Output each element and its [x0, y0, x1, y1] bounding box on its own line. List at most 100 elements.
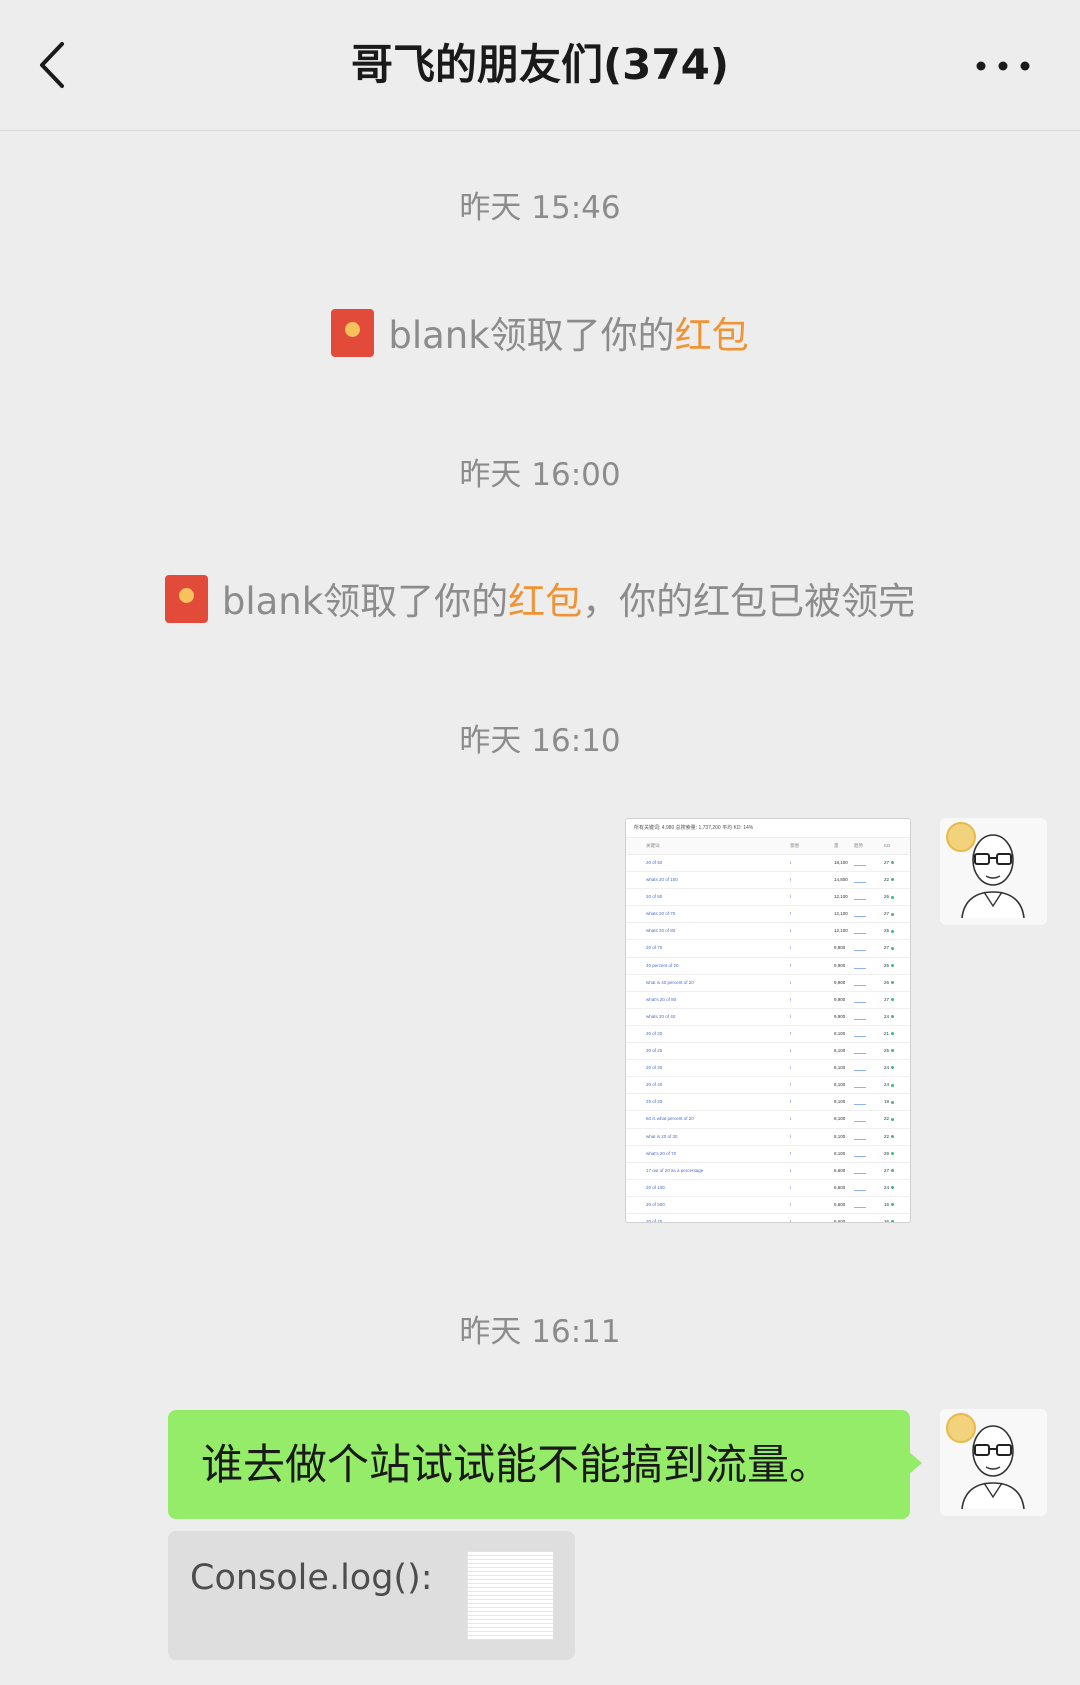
keyword-cell: whats 20 of 40	[646, 1013, 676, 1019]
kd-cell: 25	[884, 1043, 894, 1059]
intent-cell: I	[790, 996, 792, 1002]
quoted-message-text: Console.log():	[190, 1558, 433, 1598]
intent-cell: I	[790, 911, 792, 917]
intent-cell: I	[790, 1099, 792, 1105]
trend-sparkline	[854, 1117, 866, 1123]
table-row: what's 20 of 80 I 9,900 27	[626, 992, 910, 1009]
table-row: 20 of 80 I 12,100 26	[626, 889, 910, 907]
keyword-cell: whats 20 of 100	[646, 877, 678, 883]
table-row: 20 of 100 I 6,600 24	[626, 1180, 910, 1197]
intent-cell: I	[790, 1150, 792, 1156]
chat-title: 哥飞的朋友们(374)	[350, 40, 730, 89]
keyword-cell: 17 out of 20 as a percentage	[646, 1167, 704, 1173]
volume-cell: 8,100	[834, 1082, 846, 1088]
system-message-suffix: ，你的红包已被领完	[582, 580, 916, 623]
table-row: what is 20 of 30 I 8,100 22	[626, 1129, 910, 1146]
volume-cell: 18,100	[834, 860, 848, 865]
table-row: 17 out of 20 as a percentage I 6,600 27	[626, 1163, 910, 1180]
image-message-thumbnail[interactable]: 所有关键词: 4,980 总搜索量: 1,737,200 平均 KD: 14% …	[625, 818, 911, 1223]
volume-cell: 8,100	[834, 1030, 846, 1036]
avatar[interactable]	[940, 818, 1047, 925]
kd-cell: 15	[884, 1197, 894, 1213]
keyword-cell: what is 40 percent of 20	[646, 979, 694, 985]
kd-cell: 27	[884, 940, 894, 956]
table-row: what is 40 percent of 20 I 9,900 26	[626, 975, 910, 992]
trend-sparkline	[854, 981, 866, 986]
intent-cell: I	[790, 877, 792, 883]
kd-cell: 26	[884, 975, 894, 991]
quoted-image-thumbnail[interactable]	[467, 1551, 554, 1640]
volume-cell: 8,100	[834, 1116, 846, 1122]
more-dots-icon[interactable]	[976, 56, 1030, 76]
trend-sparkline	[854, 929, 866, 935]
intent-cell: I	[790, 894, 792, 900]
red-packet-icon	[164, 575, 208, 623]
system-message-text: blank领取了你的	[388, 314, 675, 357]
kd-cell: 26	[884, 889, 894, 905]
table-row: 20 of 30 I 8,100 24	[626, 1060, 910, 1078]
intent-cell: I	[790, 1082, 792, 1088]
chevron-left-icon[interactable]	[36, 40, 76, 90]
keyword-cell: 20 of 30	[646, 1065, 663, 1071]
trend-sparkline	[854, 895, 866, 901]
volume-cell: 9,900	[834, 962, 846, 968]
keyword-cell: whats 20 of 80	[646, 928, 676, 934]
intent-cell: I	[790, 1065, 792, 1071]
keyword-cell: 20 of 50	[646, 860, 663, 865]
intent-cell: I	[790, 1184, 792, 1190]
trend-sparkline	[854, 878, 866, 884]
red-packet-link[interactable]: 红包	[508, 580, 582, 623]
kd-cell: 24	[884, 1077, 894, 1093]
table-row: whats 20 of 100 I 14,800 22	[626, 872, 910, 890]
red-packet-link[interactable]: 红包	[675, 314, 749, 357]
kd-cell: 27	[884, 992, 894, 1008]
column-header-volume: 量	[834, 843, 839, 848]
avatar[interactable]	[940, 1409, 1047, 1516]
table-row: 20 of 75 I 6,600 26	[626, 1214, 910, 1222]
trend-sparkline	[854, 1152, 866, 1157]
intent-cell: I	[790, 1201, 792, 1207]
volume-cell: 8,100	[834, 1065, 846, 1071]
trend-sparkline	[854, 1220, 866, 1222]
system-message-text: blank领取了你的	[221, 580, 509, 623]
table-row: 20 of 70 I 9,900 27	[626, 940, 910, 958]
kd-cell: 21	[884, 1026, 894, 1042]
table-row: 20 of 40 I 8,100 24	[626, 1077, 910, 1095]
volume-cell: 12,100	[834, 894, 848, 900]
table-row: 20 of 50 I 18,100 27	[626, 855, 910, 873]
table-row: what's 20 of 70 I 8,100 29	[626, 1146, 910, 1163]
keyword-cell: 20 of 100	[646, 1184, 665, 1190]
trend-sparkline	[854, 1032, 866, 1037]
quoted-message[interactable]: Console.log():	[168, 1531, 575, 1660]
keyword-cell: 20 of 500	[646, 1201, 665, 1207]
table-row: 25 of 20 I 8,100 19	[626, 1094, 910, 1112]
keyword-cell: what is 20 of 30	[646, 1133, 678, 1139]
kd-cell: 19	[884, 1094, 894, 1110]
keyword-cell: 20 of 20	[646, 1030, 663, 1036]
table-row: whats 20 of 80 I 12,100 25	[626, 923, 910, 941]
trend-sparkline	[854, 1186, 866, 1191]
medal-badge-icon	[946, 1413, 976, 1443]
volume-cell: 8,100	[834, 1099, 846, 1105]
keyword-cell: 25 of 20	[646, 1099, 663, 1105]
trend-sparkline	[854, 912, 866, 918]
column-header-trend: 趋势	[854, 843, 863, 848]
intent-cell: I	[790, 1116, 792, 1122]
intent-cell: I	[790, 1048, 792, 1054]
kd-cell: 22	[884, 872, 894, 888]
text-message-bubble[interactable]: 谁去做个站试试能不能搞到流量。	[168, 1410, 910, 1519]
intent-cell: I	[790, 1030, 792, 1036]
trend-sparkline	[854, 946, 866, 952]
table-row: whats 20 of 40 I 9,900 24	[626, 1009, 910, 1026]
trend-sparkline	[854, 998, 866, 1003]
intent-cell: I	[790, 1167, 792, 1173]
table-summary: 所有关键词: 4,980 总搜索量: 1,737,200 平均 KD: 14%	[626, 819, 910, 838]
timestamp: 昨天 16:11	[459, 1314, 621, 1350]
table-header: 关键词 意图 量 趋势 KD	[626, 838, 910, 855]
bubble-tail	[908, 1451, 922, 1475]
volume-cell: 9,900	[834, 979, 846, 985]
intent-cell: I	[790, 962, 792, 968]
system-message: blank领取了你的红包	[0, 305, 1080, 359]
trend-sparkline	[854, 1015, 866, 1020]
volume-cell: 6,600	[834, 1201, 846, 1207]
